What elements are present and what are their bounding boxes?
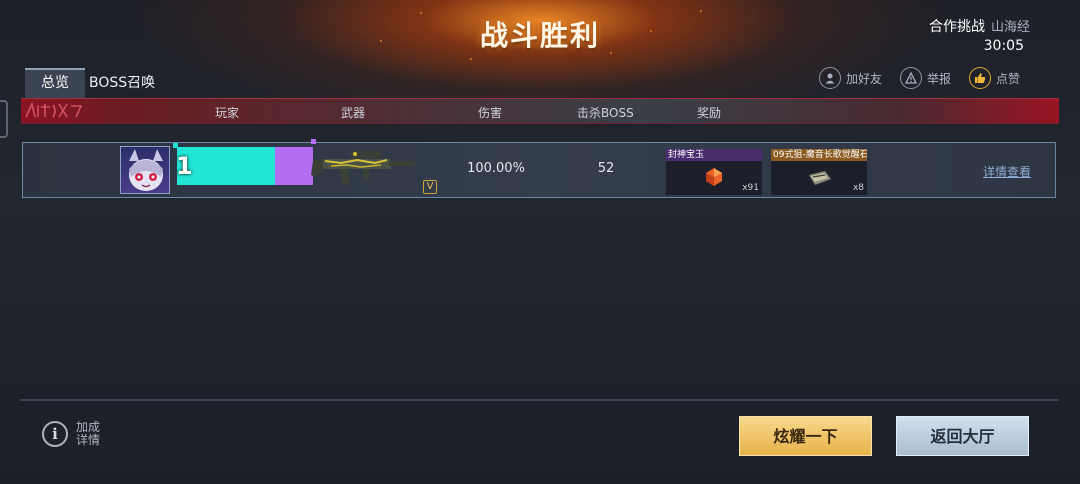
damage-value: 100.00% (467, 161, 525, 176)
tab-overview[interactable]: 总览 (25, 68, 85, 98)
spark-effect (650, 30, 652, 32)
col-player: 玩家 (215, 106, 240, 120)
boss-kills-value: 52 (597, 161, 615, 176)
tab-bar: 总览 BOSS召唤 (25, 68, 171, 98)
side-bracket (0, 100, 8, 138)
spark-effect (700, 10, 702, 12)
table-row[interactable]: 1 V 100.00% 52 封神宝玉 x91 09式狙-魔音长歌觉醒石 x8 … (22, 139, 1056, 198)
spark-effect (470, 58, 472, 60)
gem-icon (706, 168, 722, 186)
avatar[interactable] (120, 146, 170, 194)
awakening-stone-icon (809, 171, 831, 185)
spark-effect (380, 40, 382, 42)
footer-divider (20, 399, 1059, 401)
reward-count: x8 (852, 183, 864, 193)
game-mode: 合作挑战 山海经 (929, 16, 1030, 36)
col-weapon: 武器 (341, 106, 366, 120)
bonus-details-button[interactable]: i 加成 详情 (42, 421, 100, 447)
thumbs-up-icon (968, 67, 991, 89)
like-label: 点赞 (995, 71, 1020, 86)
table-header: 玩家 武器 伤害 击杀BOSS 奖励 (21, 98, 1059, 124)
rank-number: 1 (176, 152, 193, 180)
tab-boss-summon[interactable]: BOSS召唤 (85, 68, 171, 98)
col-reward: 奖励 (697, 106, 722, 120)
reward-count: x91 (742, 183, 759, 193)
add-friend-icon (818, 67, 841, 89)
reward-item[interactable]: 09式狙-魔音长歌觉醒石 x8 (771, 149, 867, 195)
back-to-lobby-button[interactable]: 返回大厅 (896, 416, 1029, 456)
player-tag-redacted (275, 147, 313, 185)
info-line-2: 详情 (76, 433, 101, 447)
view-details-link[interactable]: 详情查看 (983, 163, 1031, 180)
action-bar: 加好友 举报 点赞 (818, 67, 1020, 89)
event-logo-icon (25, 101, 83, 118)
rifle-icon (311, 151, 415, 186)
like-button[interactable]: 点赞 (968, 67, 1020, 89)
reward-name: 09式狙-魔音长歌觉醒石 (771, 149, 867, 161)
col-boss-kills: 击杀BOSS (577, 106, 634, 120)
weapon-tier-badge: V (423, 180, 437, 194)
add-friend-label: 加好友 (845, 71, 882, 86)
reward-item[interactable]: 封神宝玉 x91 (666, 149, 762, 195)
match-timer: 30:05 (983, 38, 1024, 54)
tag-marker (311, 139, 316, 144)
show-off-button[interactable]: 炫耀一下 (739, 416, 872, 456)
victory-title: 战斗胜利 (479, 19, 600, 52)
reward-name: 封神宝玉 (666, 149, 762, 161)
map-name: 山海经 (990, 20, 1030, 35)
report-icon (899, 67, 922, 89)
col-damage: 伤害 (478, 106, 503, 120)
add-friend-button[interactable]: 加好友 (818, 67, 882, 89)
report-label: 举报 (926, 71, 951, 86)
report-button[interactable]: 举报 (899, 67, 951, 89)
bonus-details-label: 加成 详情 (76, 421, 100, 447)
spark-effect (420, 12, 422, 14)
mode-label: 合作挑战 (928, 19, 985, 35)
info-icon: i (42, 421, 68, 447)
